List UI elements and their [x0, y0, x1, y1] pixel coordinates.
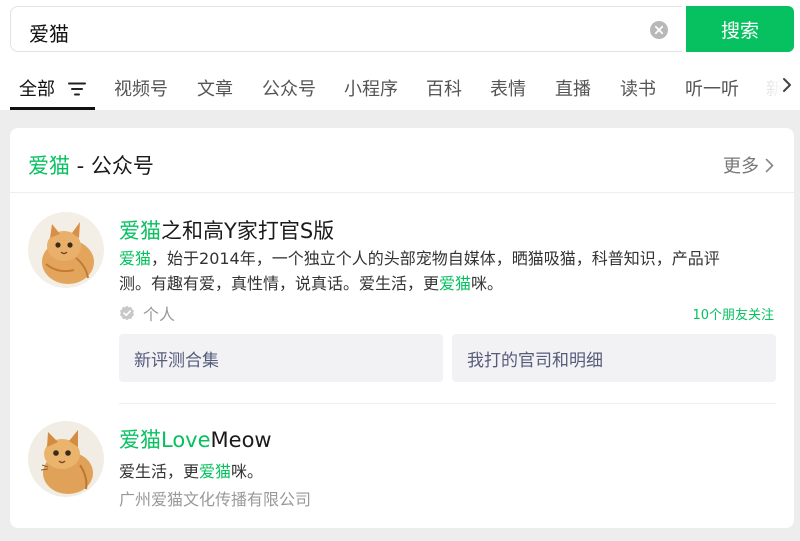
account-name-text: Meow: [210, 428, 272, 452]
sub-link-review-collection[interactable]: 新评测合集: [119, 334, 443, 382]
account-type-label: 个人: [143, 305, 176, 324]
friends-following: 10个朋友关注: [692, 308, 774, 323]
desc-text: 咪。: [231, 462, 264, 481]
active-tab-indicator: [10, 107, 95, 110]
account-organization: 广州爱猫文化传播有限公司: [119, 490, 312, 509]
account-name-keyword: 爱猫: [119, 428, 161, 452]
account-divider: [119, 403, 776, 404]
tab-encyclopedia[interactable]: 百科: [426, 75, 462, 101]
section-title-text: - 公众号: [70, 154, 154, 178]
filter-icon[interactable]: [68, 82, 86, 96]
avatar: [28, 212, 104, 288]
tab-mini-programs[interactable]: 小程序: [344, 75, 398, 101]
tab-channels[interactable]: 视频号: [114, 75, 168, 101]
official-accounts-card: 爱猫 - 公众号 更多 爱猫之和高Y家打官S版 爱猫，始于2014年，一个独立个…: [10, 128, 794, 528]
sub-link-lawsuits[interactable]: 我打的官司和明细: [452, 334, 776, 382]
account-name-keyword: Love: [161, 428, 211, 452]
tab-official-accounts[interactable]: 公众号: [262, 75, 316, 101]
tab-articles[interactable]: 文章: [197, 75, 233, 101]
tab-live[interactable]: 直播: [555, 75, 591, 101]
chevron-right-icon: [765, 158, 774, 172]
desc-text: 爱生活，更: [119, 462, 200, 481]
search-query-text: 爱猫: [29, 22, 69, 46]
account-type: 个人: [119, 301, 175, 325]
section-title-keyword: 爱猫: [28, 154, 70, 178]
account-name-keyword: 爱猫: [119, 219, 161, 243]
more-label: 更多: [723, 156, 759, 177]
account-name: 爱猫LoveMeow: [119, 424, 272, 454]
search-bar: 爱猫 搜索: [0, 0, 800, 58]
account-description: 爱猫，始于2014年，一个独立个人的头部宠物自媒体，晒猫吸猫，科普知识，产品评测…: [119, 246, 749, 296]
account-name: 爱猫之和高Y家打官S版: [119, 215, 334, 245]
desc-text: ，始于2014年，一个独立个人的头部宠物自媒体，晒猫吸猫，科普知识，产品评测。有…: [119, 249, 720, 293]
search-button[interactable]: 搜索: [686, 6, 794, 52]
desc-keyword: 爱猫: [119, 249, 152, 268]
verified-badge-icon: [120, 305, 134, 321]
tab-reading[interactable]: 读书: [620, 75, 656, 101]
account-description: 爱生活，更爱猫咪。: [119, 458, 263, 482]
chevron-right-icon[interactable]: [782, 77, 792, 93]
search-input[interactable]: 爱猫: [10, 6, 682, 52]
tab-all[interactable]: 全部: [19, 75, 55, 101]
tabs-overflow-fade: [756, 58, 800, 110]
section-divider: [10, 192, 794, 193]
clear-icon[interactable]: [650, 21, 668, 39]
category-tabs: 全部 视频号 文章 公众号 小程序 百科 表情 直播 读书 听一听 新: [0, 58, 800, 110]
tab-listen[interactable]: 听一听: [685, 75, 739, 101]
section-title: 爱猫 - 公众号: [28, 150, 154, 180]
desc-keyword: 爱猫: [439, 274, 472, 293]
account-name-text: 之和高Y家打官S版: [161, 219, 335, 243]
desc-text: 咪。: [471, 274, 504, 293]
tab-stickers[interactable]: 表情: [490, 75, 526, 101]
desc-keyword: 爱猫: [199, 462, 232, 481]
avatar: [28, 421, 104, 497]
more-link[interactable]: 更多: [723, 152, 774, 178]
